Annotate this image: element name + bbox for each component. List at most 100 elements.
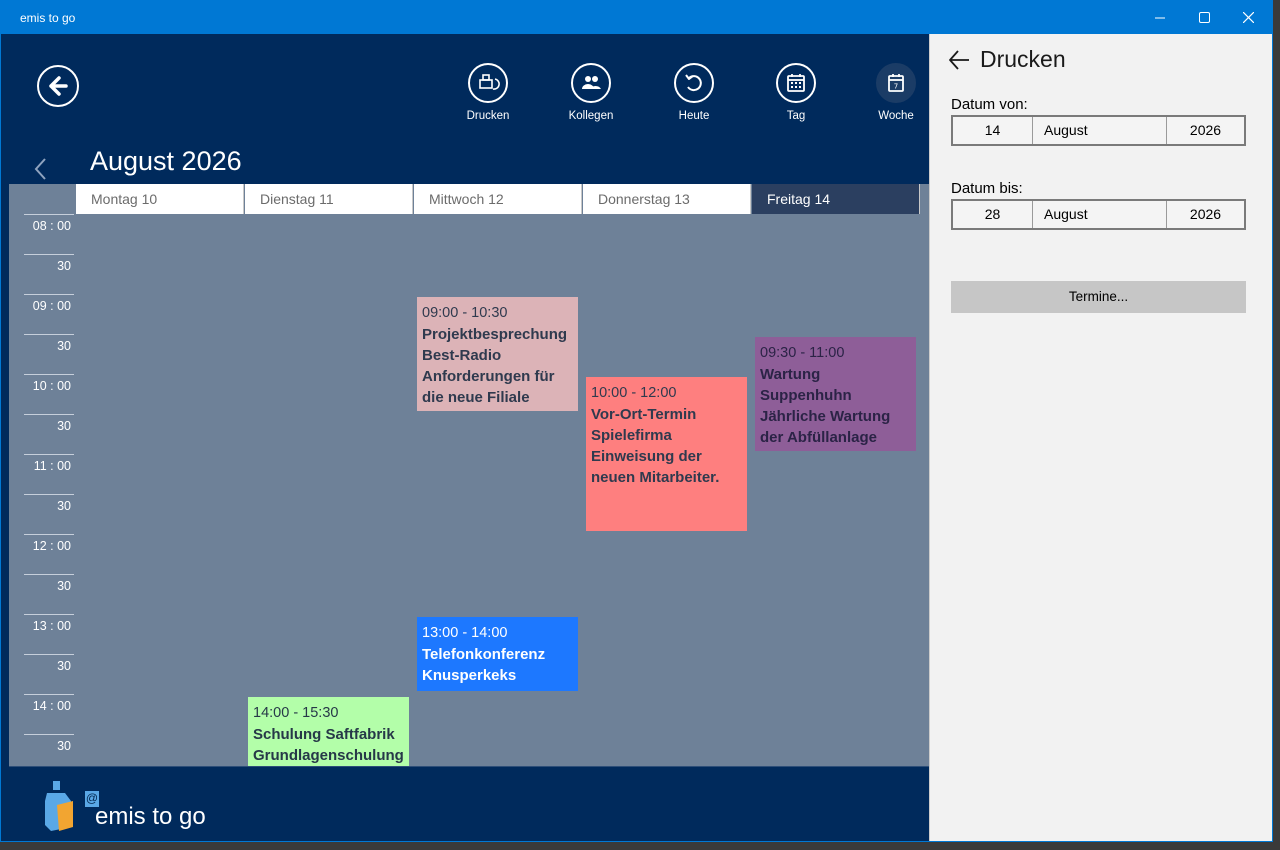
print-icon [479,74,500,90]
date-from-month[interactable]: August [1033,117,1167,144]
time-label: 30 [57,739,71,753]
time-gridline [24,734,74,735]
time-label: 30 [57,659,71,673]
time-label: 08 : 00 [32,219,71,233]
event-time: 14:00 - 15:30 [253,705,339,721]
calendar-event[interactable]: 14:00 - 15:30 Schulung Saftfabrik Grundl… [248,697,409,766]
day-header-selected[interactable]: Freitag 14 [752,184,920,214]
day-header[interactable]: Dienstag 11 [245,184,413,214]
people-icon [582,76,601,89]
logo-bottle-icon [45,781,73,831]
event-title-line: Anforderungen für [422,368,555,385]
panel-title: Drucken [980,46,1066,72]
event-title-line: Wartung [760,366,821,383]
time-gridline [24,214,74,215]
date-from-day[interactable]: 14 [953,117,1033,144]
time-gridline [24,574,74,575]
time-label: 12 : 00 [32,539,71,553]
date-to-picker[interactable]: 28 August 2026 [951,199,1246,230]
time-label: 14 : 00 [32,699,71,713]
date-from-year[interactable]: 2026 [1167,117,1244,144]
date-from-picker[interactable]: 14 August 2026 [951,115,1246,146]
toolbar-day-button[interactable]: Tag [751,63,841,133]
event-title-line: Schulung Saftfabrik [253,726,395,743]
date-from-label: Datum von: [951,96,1028,113]
toolbar-week-button[interactable]: 7 Woche [851,63,929,133]
calendar-event[interactable]: 13:00 - 14:00 Telefonkonferenz Knusperke… [417,617,578,691]
appointments-button[interactable]: Termine... [951,281,1246,313]
panel-back-button[interactable] [948,49,970,71]
time-gridline [24,334,74,335]
date-to-label: Datum bis: [951,180,1023,197]
time-gridline [24,294,74,295]
title-bar: emis to go [1,1,1272,34]
time-gridline [24,694,74,695]
close-icon [1242,12,1254,23]
time-label: 30 [57,339,71,353]
window-title: emis to go [20,11,76,25]
event-time: 10:00 - 12:00 [591,385,677,401]
maximize-icon [1198,12,1210,23]
svg-text:7: 7 [894,83,898,91]
time-label: 30 [57,499,71,513]
time-label: 30 [57,579,71,593]
day-header[interactable]: Montag 10 [76,184,244,214]
time-gridline [24,494,74,495]
event-time: 13:00 - 14:00 [422,625,508,641]
month-title: August 2026 [90,146,242,176]
back-button[interactable] [37,65,79,107]
event-title-line: Grundlagenschulung [253,747,404,764]
toolbar-colleagues-button[interactable]: Kollegen [546,63,636,133]
day-header[interactable]: Donnerstag 13 [583,184,751,214]
event-title-line: der Abfüllanlage [760,429,877,446]
time-label: 11 : 00 [33,459,71,473]
time-gridline [24,614,74,615]
previous-week-button[interactable] [31,157,51,181]
event-title: Vor-Ort-Termin Spielefirma Einweisung de… [591,404,742,488]
event-title-line: die neue Filiale [422,389,530,406]
time-gridline [24,534,74,535]
event-title-line: Suppenhuhn [760,387,852,404]
event-title-line: Telefonkonferenz [422,646,546,663]
toolbar-week-label: Woche [878,110,914,122]
event-title: Wartung Suppenhuhn Jährliche Wartung der… [760,364,911,448]
date-to-day[interactable]: 28 [953,201,1033,228]
toolbar-today-button[interactable]: Heute [649,63,739,133]
time-gridline [24,374,74,375]
day-header[interactable]: Mittwoch 12 [414,184,582,214]
calendar-event[interactable]: 09:30 - 11:00 Wartung Suppenhuhn Jährlic… [755,337,916,451]
toolbar-print-button[interactable]: Drucken [443,63,533,133]
minimize-button[interactable] [1137,1,1183,34]
calendar-event[interactable]: 09:00 - 10:30 Projektbesprechung Best-Ra… [417,297,578,411]
brand-name: emis to go [95,803,206,830]
time-gridline [24,414,74,415]
time-label: 13 : 00 [32,619,71,633]
time-gridline [24,654,74,655]
arrow-left-icon [949,50,969,70]
toolbar-colleagues-label: Kollegen [568,110,614,122]
event-title-line: Spielefirma [591,427,672,444]
toolbar-print-label: Drucken [466,110,510,122]
event-time: 09:00 - 10:30 [422,305,508,321]
time-label: 10 : 00 [32,379,71,393]
event-title: Projektbesprechung Best-Radio Anforderun… [422,324,573,408]
calendar-event[interactable]: 10:00 - 12:00 Vor-Ort-Termin Spielefirma… [586,377,747,531]
date-to-month[interactable]: August [1033,201,1167,228]
footer: @ emis to go [9,766,929,841]
calendar-area: Drucken Kollegen Heute Tag 7 Woche Augus… [9,34,929,841]
close-button[interactable] [1225,1,1271,34]
chevron-left-icon [34,158,46,180]
calendar-day-icon [787,74,805,92]
maximize-button[interactable] [1181,1,1227,34]
date-to-year[interactable]: 2026 [1167,201,1244,228]
calendar-grid: 08 : 00 30 09 : 00 30 10 : 00 30 11 : 00… [9,214,929,766]
time-label: 09 : 00 [32,299,71,313]
toolbar-today-label: Heute [678,110,710,122]
app-window: emis to go Drucken Kollegen Heute Tag 7 … [0,0,1273,842]
time-label: 30 [57,419,71,433]
event-title-line: Best-Radio [422,347,502,364]
event-title-line: Vor-Ort-Termin [591,406,697,423]
time-label: 30 [57,259,71,273]
undo-icon [685,74,702,92]
calendar-week-icon: 7 [888,74,904,92]
